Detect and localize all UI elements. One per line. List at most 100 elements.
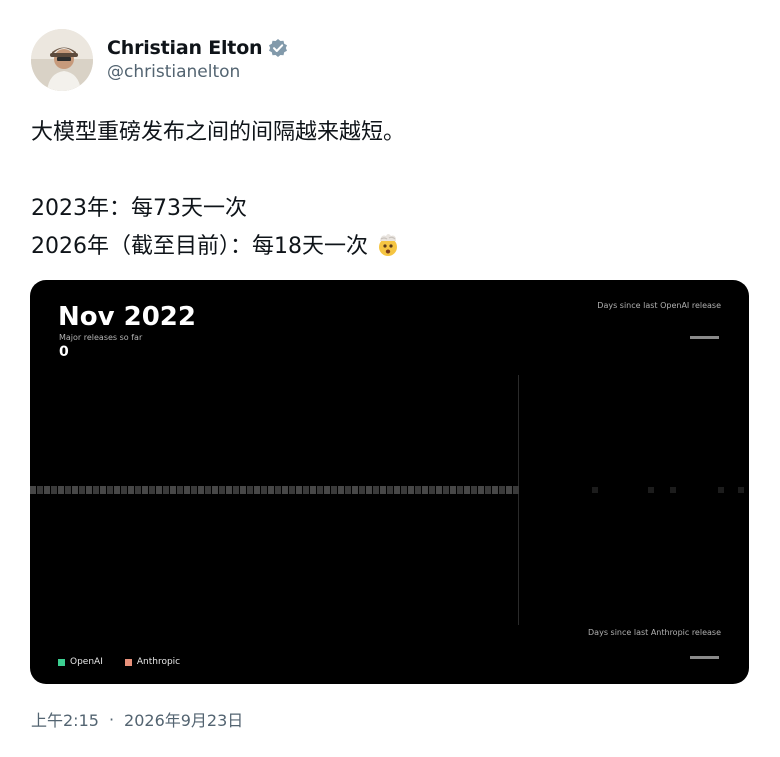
timeline-cell — [219, 486, 225, 494]
timeline-track — [30, 486, 744, 494]
timeline-cell — [317, 486, 323, 494]
timeline-cell — [513, 486, 519, 494]
timeline-cell — [156, 486, 162, 494]
timeline-cell — [359, 486, 365, 494]
meta-separator: · — [108, 709, 115, 729]
month-label: Nov 2022 — [58, 302, 196, 332]
tweet-line-2: 2023年：每73天一次 — [31, 196, 247, 221]
timeline-cell — [450, 486, 456, 494]
release-count: 0 — [59, 344, 69, 360]
timeline-cell — [205, 486, 211, 494]
timeline-cell — [422, 486, 428, 494]
timeline-cell — [100, 486, 106, 494]
timeline-cell — [58, 486, 64, 494]
timeline-cell — [373, 486, 379, 494]
timeline-cell — [387, 486, 393, 494]
timeline-cell — [51, 486, 57, 494]
timeline-cell — [226, 486, 232, 494]
timeline-cell — [506, 486, 512, 494]
legend: OpenAI Anthropic — [58, 657, 202, 667]
tweet-time[interactable]: 上午2:15 — [31, 707, 99, 731]
exploding-head-emoji-icon — [375, 231, 401, 257]
timeline-cell — [240, 486, 246, 494]
timeline-cell — [128, 486, 134, 494]
tweet-line-3-text: 2026年（截至目前）：每18天一次 — [31, 234, 368, 259]
timeline-cell-faded — [592, 487, 598, 493]
verified-badge-icon — [268, 38, 288, 58]
timeline-cell — [499, 486, 505, 494]
video-media[interactable]: Nov 2022 Major releases so far 0 Days si… — [30, 280, 749, 684]
openai-swatch — [58, 658, 65, 666]
timeline-cell — [401, 486, 407, 494]
author-name-row: Christian Elton — [107, 37, 288, 59]
timeline-cell — [79, 486, 85, 494]
timeline-cell — [352, 486, 358, 494]
timeline-cell — [380, 486, 386, 494]
timeline-cell — [289, 486, 295, 494]
timeline-cell — [254, 486, 260, 494]
tweet-text: 大模型重磅发布之间的间隔越来越短。 2023年：每73天一次 2026年（截至目… — [31, 114, 751, 266]
timeline-cell — [331, 486, 337, 494]
timeline-cell — [408, 486, 414, 494]
timeline-cell — [275, 486, 281, 494]
timeline-cell — [170, 486, 176, 494]
timeline-cell — [303, 486, 309, 494]
timeline-cell — [163, 486, 169, 494]
timeline-cell — [247, 486, 253, 494]
timeline-cell — [366, 486, 372, 494]
timeline-cell — [478, 486, 484, 494]
timeline-cell — [268, 486, 274, 494]
openai-days-value-dash — [690, 336, 719, 339]
timeline-cell — [191, 486, 197, 494]
timeline-cell — [485, 486, 491, 494]
timeline-cell-faded — [670, 487, 676, 493]
timeline-cell — [492, 486, 498, 494]
timeline-cell — [72, 486, 78, 494]
timeline-cell-faded — [718, 487, 724, 493]
timeline-cell — [282, 486, 288, 494]
timeline-cell — [44, 486, 50, 494]
timeline-cell — [114, 486, 120, 494]
timeline-cell — [86, 486, 92, 494]
timeline-cell — [233, 486, 239, 494]
tweet-line-3: 2026年（截至目前）：每18天一次 — [31, 228, 751, 266]
timeline-cell — [436, 486, 442, 494]
timeline-cell — [429, 486, 435, 494]
timeline-cell — [394, 486, 400, 494]
timeline-cell — [107, 486, 113, 494]
releases-so-far-label: Major releases so far — [59, 333, 143, 342]
timeline-cell — [471, 486, 477, 494]
timeline-divider — [518, 375, 519, 625]
author-display-name[interactable]: Christian Elton — [107, 37, 263, 59]
anthropic-swatch — [124, 658, 132, 666]
author-handle[interactable]: @christianelton — [107, 62, 240, 82]
timeline-cell — [121, 486, 127, 494]
timeline-cell — [296, 486, 302, 494]
tweet-date[interactable]: 2026年9月23日 — [124, 707, 243, 731]
legend-label-openai: OpenAI — [70, 657, 103, 667]
tweet-meta: 上午2:15 · 2026年9月23日 — [31, 707, 243, 731]
timeline-cell — [184, 486, 190, 494]
timeline-cell — [198, 486, 204, 494]
timeline-cell — [149, 486, 155, 494]
openai-days-label: Days since last OpenAI release — [597, 301, 721, 310]
timeline-cell — [177, 486, 183, 494]
timeline-cell — [261, 486, 267, 494]
timeline-cell — [30, 486, 36, 494]
timeline-cell — [324, 486, 330, 494]
timeline-cell — [443, 486, 449, 494]
anthropic-days-value-dash — [690, 656, 719, 659]
timeline-cell — [457, 486, 463, 494]
legend-label-anthropic: Anthropic — [136, 657, 181, 667]
anthropic-days-label: Days since last Anthropic release — [588, 628, 721, 637]
avatar[interactable] — [31, 29, 93, 91]
timeline-cell — [135, 486, 141, 494]
timeline-cell — [212, 486, 218, 494]
timeline-cell — [37, 486, 43, 494]
legend-item-anthropic: Anthropic — [124, 657, 181, 667]
timeline-cell — [464, 486, 470, 494]
timeline-cell — [93, 486, 99, 494]
timeline-cell — [338, 486, 344, 494]
timeline-cell — [310, 486, 316, 494]
timeline-cell — [345, 486, 351, 494]
